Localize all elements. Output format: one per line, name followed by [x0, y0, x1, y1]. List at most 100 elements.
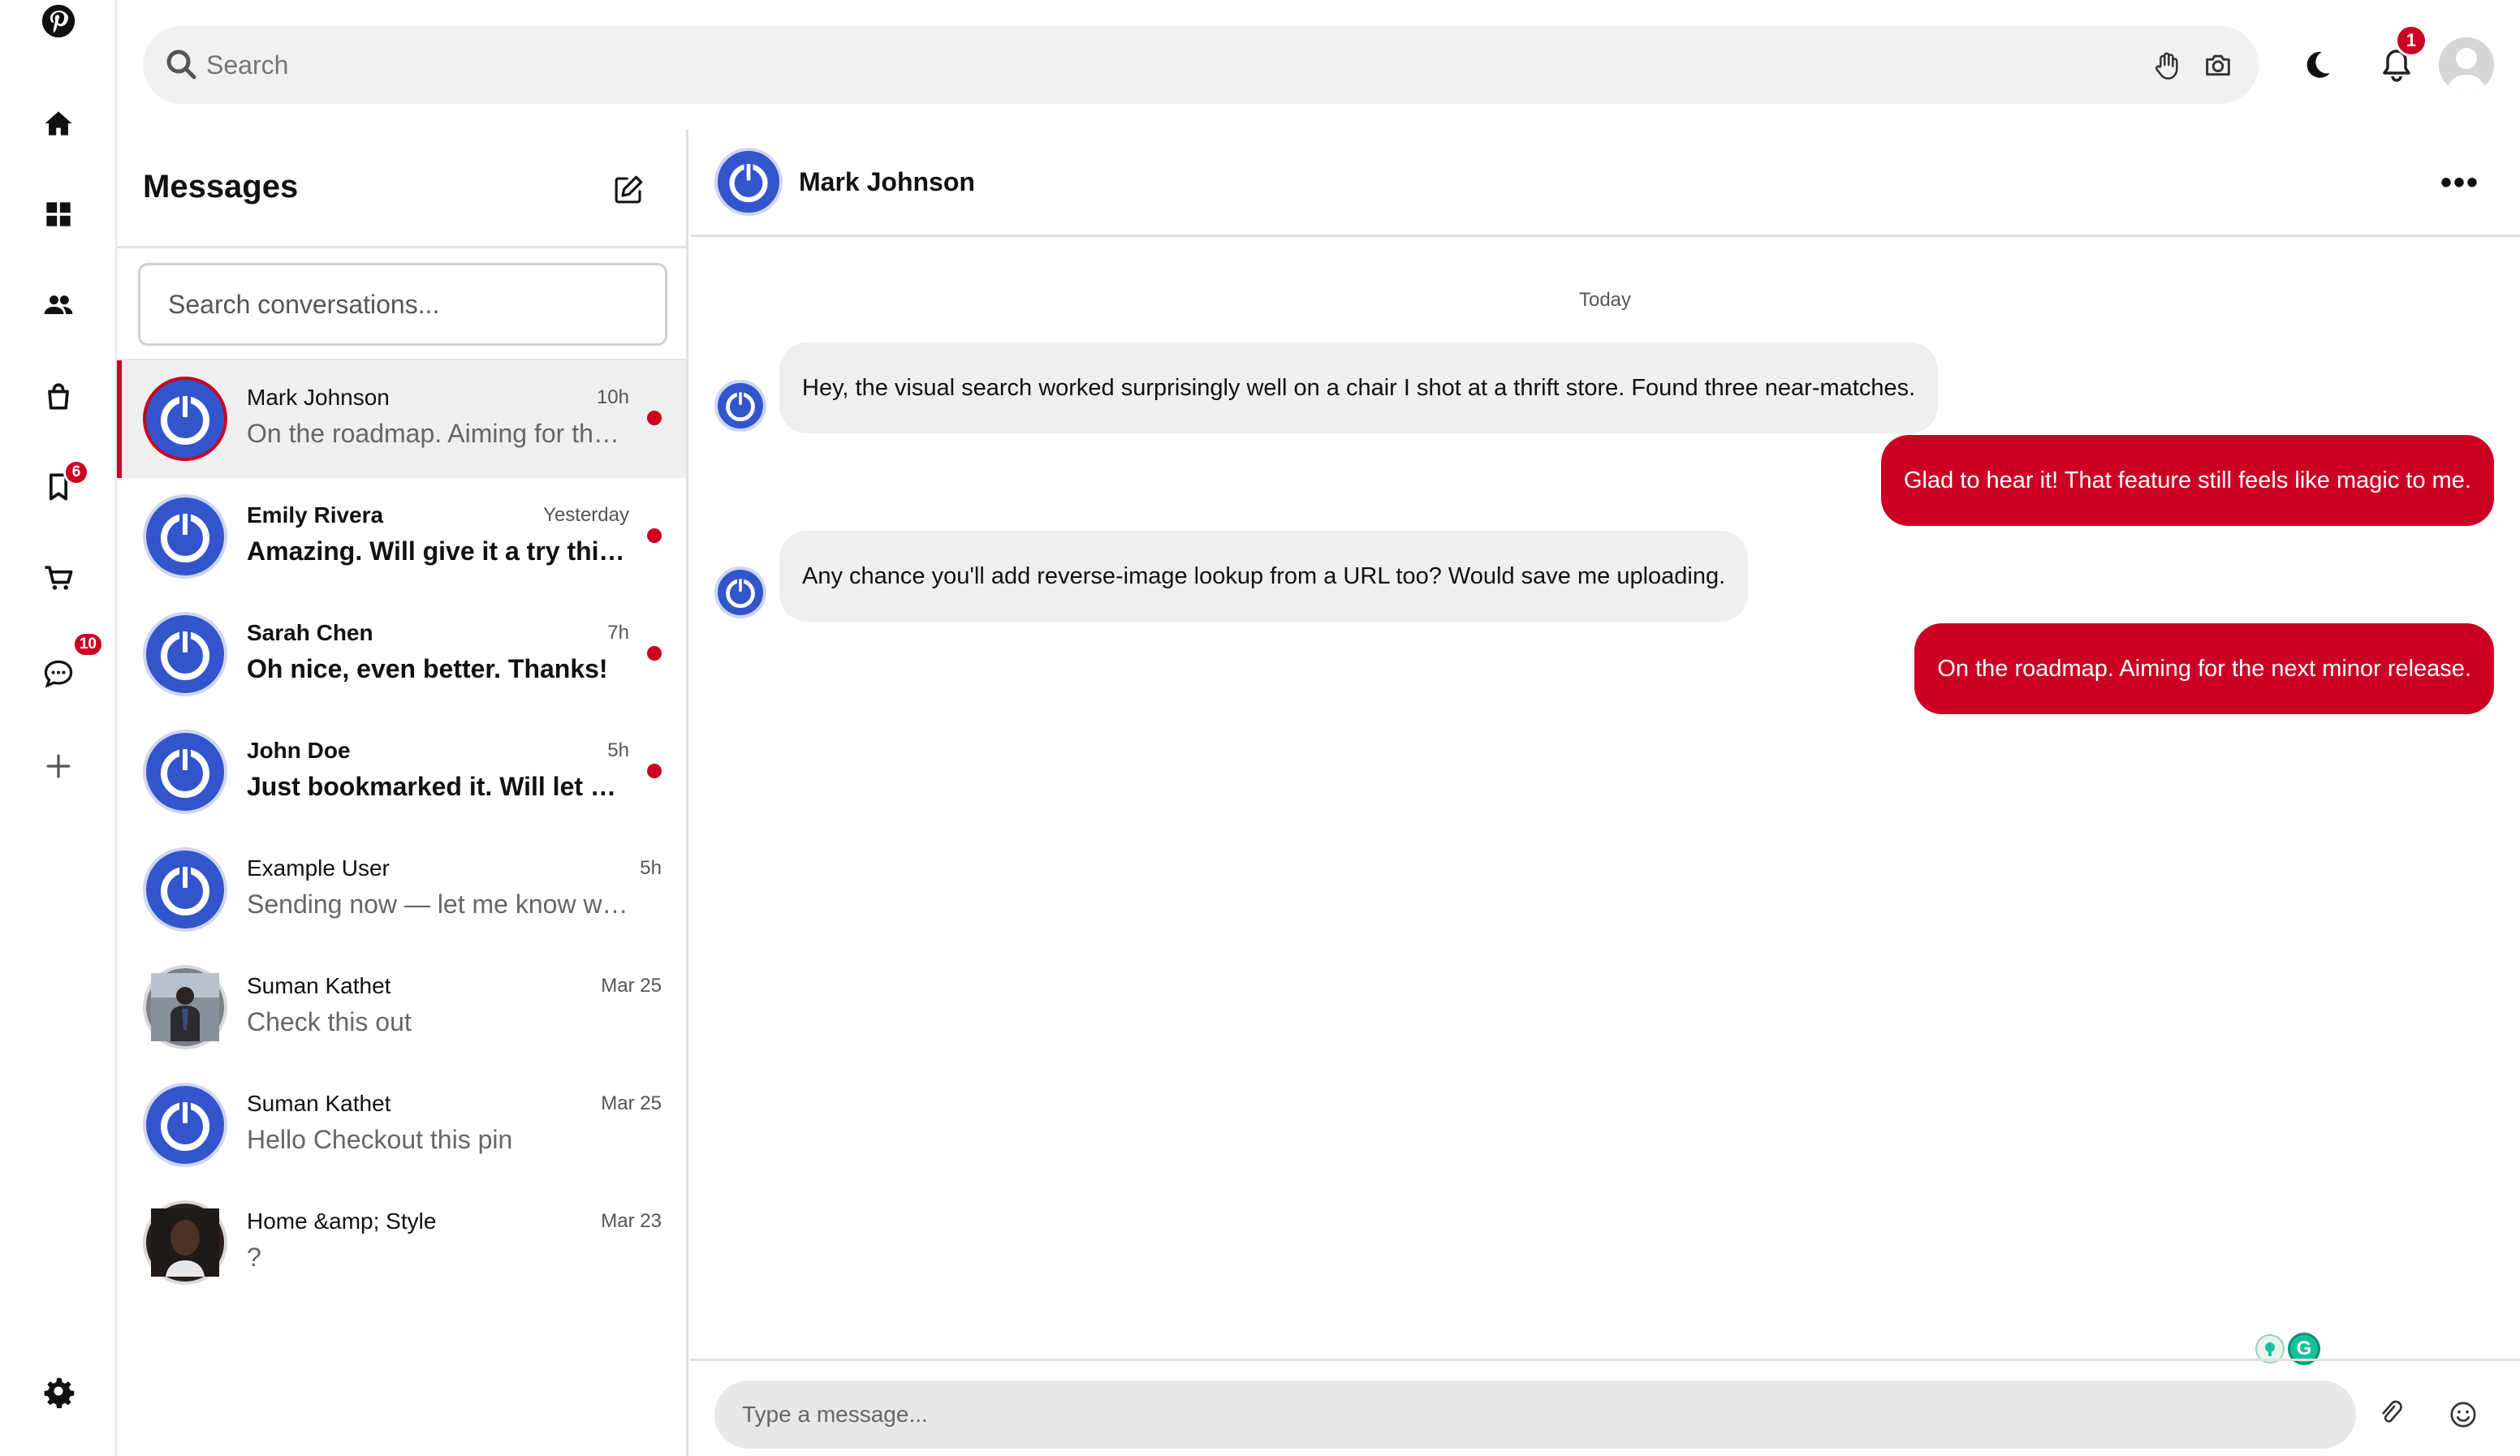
profile-avatar-icon	[2439, 37, 2494, 93]
conversation-item[interactable]: Home &amp; Style Mar 23 ?	[117, 1184, 686, 1302]
smiley-icon	[2450, 1402, 2476, 1428]
day-separator: Today	[1578, 289, 1632, 311]
conversation-preview: Check this out	[247, 1007, 412, 1036]
conversation-time: Yesterday	[543, 504, 629, 526]
power-avatar-icon	[151, 385, 219, 453]
conversation-preview: Amazing. Will give it a try this weekend…	[247, 536, 628, 566]
notifications-bell-icon[interactable]: 1	[2367, 24, 2427, 94]
unread-dot	[647, 528, 662, 543]
power-avatar-icon	[151, 620, 219, 688]
conversation-name: John Doe	[247, 738, 351, 763]
emoji-button[interactable]	[2440, 1392, 2486, 1437]
power-avatar-icon	[151, 738, 219, 806]
pinterest-logo-icon-svg	[41, 4, 76, 38]
conversation-time: 5h	[640, 857, 662, 879]
conversation-time: Mar 25	[601, 975, 662, 997]
conversation-item[interactable]: Mark Johnson 10h On the roadmap. Aiming …	[117, 360, 686, 478]
avatar	[143, 1083, 227, 1167]
message-avatar	[714, 566, 766, 618]
avatar	[143, 965, 227, 1049]
message-input[interactable]	[714, 1381, 2356, 1449]
left-rail: 6 10	[0, 0, 117, 1456]
more-options-button[interactable]: •••	[2436, 162, 2484, 203]
avatar	[143, 494, 227, 579]
conversation-time: 10h	[596, 386, 629, 408]
avatar	[143, 1200, 227, 1285]
conversation-item[interactable]: Suman Kathet Mar 25 Hello Checkout this …	[117, 1066, 686, 1184]
unread-dot	[647, 411, 662, 425]
avatar	[143, 730, 227, 814]
messages-badge: 10	[71, 631, 104, 657]
avatar	[143, 847, 227, 932]
power-avatar-icon	[720, 386, 761, 426]
unread-dot	[647, 646, 662, 661]
boards-grid-icon[interactable]	[29, 185, 88, 243]
search-icon	[166, 50, 196, 80]
power-avatar-icon	[720, 572, 761, 613]
camera-icon[interactable]	[2197, 44, 2239, 86]
saved-badge: 6	[63, 459, 89, 485]
shop-bag-icon[interactable]	[29, 367, 88, 425]
conversation-name: Sarah Chen	[247, 620, 373, 645]
conversation-preview: ?	[247, 1243, 261, 1272]
edit-icon	[615, 175, 643, 204]
conversation-name: Suman Kathet	[247, 973, 391, 998]
conversations-header: Messages	[117, 130, 688, 248]
conversation-time: Mar 25	[601, 1092, 662, 1114]
conversation-preview: Just bookmarked it. Will let you know.	[247, 772, 628, 801]
conversation-item[interactable]: Suman Kathet Mar 25 Check this out	[117, 949, 686, 1066]
conversation-time: Mar 23	[601, 1210, 662, 1232]
conversation-list: Mark Johnson 10h On the roadmap. Aiming …	[117, 359, 686, 1302]
ellipsis-icon: •••	[2440, 164, 2479, 200]
conversation-item[interactable]: Sarah Chen 7h Oh nice, even better. Than…	[117, 596, 686, 713]
conversation-time: 5h	[607, 739, 629, 761]
conversation-name: Suman Kathet	[247, 1091, 391, 1116]
conversation-preview: On the roadmap. Aiming for the next mino…	[247, 419, 628, 448]
avatar	[143, 612, 227, 696]
search-conversations-input[interactable]	[138, 263, 667, 346]
paperclip-icon	[2382, 1400, 2402, 1423]
conversation-time: 7h	[607, 622, 629, 644]
create-plus-icon[interactable]	[29, 737, 88, 795]
conversation-preview: Oh nice, even better. Thanks!	[247, 654, 608, 683]
messages-chat-icon[interactable]: 10	[29, 631, 104, 703]
pinterest-logo-icon[interactable]	[29, 0, 88, 50]
hand-gesture-icon[interactable]	[2145, 44, 2187, 86]
conversation-item[interactable]: Emily Rivera Yesterday Amazing. Will giv…	[117, 478, 686, 596]
settings-gear-icon[interactable]	[29, 1362, 88, 1420]
outgoing-message: Glad to hear it! That feature still feel…	[1880, 435, 2494, 526]
conversations-panel: Messages Mark Johnson 10h On the roadmap…	[117, 130, 688, 1456]
conversation-name: Example User	[247, 855, 390, 881]
chat-header: Mark Johnson •••	[690, 130, 2520, 237]
dark-mode-moon-icon[interactable]	[2288, 36, 2346, 94]
message-composer	[690, 1359, 2520, 1456]
compose-message-button[interactable]	[606, 167, 651, 213]
power-avatar-icon	[151, 1091, 219, 1159]
chat-contact-name[interactable]: Mark Johnson	[799, 167, 975, 197]
power-avatar-icon	[722, 155, 775, 209]
conversation-preview: Hello Checkout this pin	[247, 1125, 513, 1154]
home-icon[interactable]	[29, 94, 88, 153]
notifications-badge: 1	[2395, 24, 2427, 57]
avatar	[143, 377, 227, 461]
conversation-name: Emily Rivera	[247, 502, 384, 528]
messages-title: Messages	[143, 169, 299, 205]
incoming-message: Hey, the visual search worked surprising…	[779, 342, 1939, 433]
conversation-item[interactable]: Example User 5h Sending now — let me kno…	[117, 831, 686, 949]
conversation-preview: Sending now — let me know what you think	[247, 890, 628, 919]
saved-bookmark-icon[interactable]: 6	[29, 458, 89, 516]
incoming-message: Any chance you'll add reverse-image look…	[779, 531, 1749, 622]
cart-icon[interactable]	[29, 549, 88, 607]
conversation-name: Mark Johnson	[247, 385, 390, 410]
chat-avatar[interactable]	[714, 148, 783, 216]
power-avatar-icon	[151, 855, 219, 924]
user-photo-icon	[151, 1208, 219, 1277]
global-search-input[interactable]	[206, 26, 2122, 104]
unread-dot	[647, 764, 662, 778]
conversation-name: Home &amp; Style	[247, 1208, 437, 1234]
profile-avatar[interactable]	[2439, 37, 2494, 93]
conversation-item[interactable]: John Doe 5h Just bookmarked it. Will let…	[117, 713, 686, 831]
people-icon[interactable]	[29, 276, 88, 334]
global-search-bar	[143, 26, 2259, 104]
attach-button[interactable]	[2367, 1392, 2413, 1437]
